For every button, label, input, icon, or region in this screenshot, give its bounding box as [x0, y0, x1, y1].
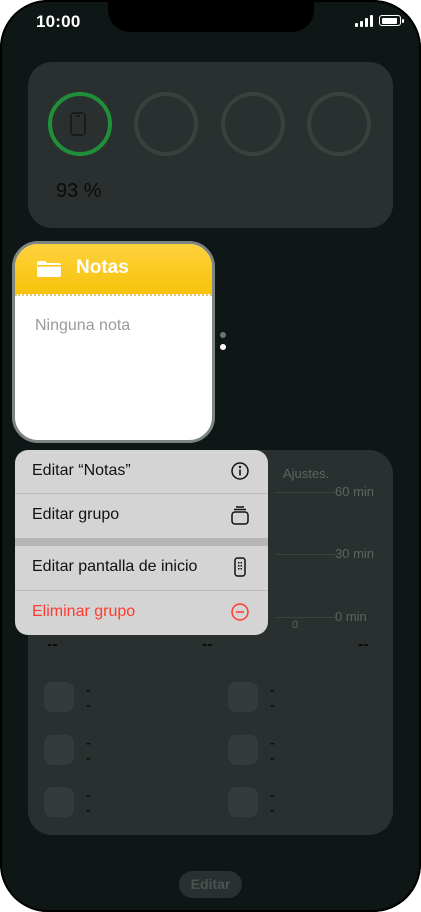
app-time: -- [86, 749, 90, 773]
summary-value: -- [358, 636, 369, 653]
phone-icon [234, 557, 246, 577]
app-icon [228, 735, 258, 765]
notes-empty-text: Ninguna nota [35, 317, 131, 334]
widget-page-dots[interactable] [220, 332, 226, 356]
grid-line [276, 617, 336, 618]
status-time: 10:00 [36, 12, 81, 31]
stack-icon [231, 506, 249, 525]
info-circle-icon [231, 462, 249, 480]
app-time: -- [86, 696, 90, 720]
battery-ring-empty [221, 92, 285, 156]
y-axis-label: 30 min [335, 546, 375, 561]
battery-ring-phone [48, 92, 112, 156]
phone-screen: 10:00 93 % Ajustes. 60 min 30 min 0 min … [0, 0, 421, 912]
summary-value: -- [47, 636, 58, 653]
notes-header: Notas [15, 244, 212, 294]
screen-time-header: Ajustes. [283, 466, 330, 481]
notes-title: Notas [76, 257, 129, 278]
status-icons [355, 14, 404, 27]
menu-item-edit-home-screen[interactable]: Editar pantalla de inicio [15, 546, 268, 590]
menu-group-gap [15, 538, 268, 546]
app-time: -- [86, 801, 90, 825]
menu-item-edit-group[interactable]: Editar grupo [15, 494, 268, 538]
menu-item-edit-notes[interactable]: Editar “Notas” [15, 450, 268, 494]
edit-button[interactable]: Editar [179, 871, 242, 898]
notes-divider [15, 294, 212, 296]
app-time: -- [270, 801, 274, 825]
app-icon [44, 787, 74, 817]
battery-ring-empty [307, 92, 371, 156]
y-axis-label: 0 min [335, 609, 367, 624]
app-icon [44, 735, 74, 765]
app-icon [228, 787, 258, 817]
notch [108, 0, 314, 32]
folder-icon [37, 261, 61, 277]
app-time: -- [270, 749, 274, 773]
menu-item-delete-group[interactable]: Eliminar grupo [15, 591, 268, 635]
page-dot-active [220, 344, 226, 350]
status-bar: 10:00 [0, 0, 421, 46]
context-menu: Editar “Notas” Editar grupo Editar panta… [15, 450, 268, 635]
signal-icon [355, 14, 373, 27]
menu-item-label: Editar “Notas” [32, 462, 131, 479]
notes-widget[interactable]: Notas Ninguna nota [12, 241, 215, 443]
minus-circle-icon [231, 603, 249, 621]
summary-value: -- [202, 636, 213, 653]
app-time: -- [270, 696, 274, 720]
x-axis-label: 0 [292, 619, 299, 631]
menu-item-label: Editar grupo [32, 506, 120, 523]
phone-icon [70, 112, 86, 136]
grid-line [276, 492, 336, 493]
menu-item-label: Editar pantalla de inicio [32, 558, 198, 575]
battery-ring-empty [134, 92, 198, 156]
app-icon [228, 682, 258, 712]
y-axis-label: 60 min [335, 484, 375, 499]
grid-line [276, 554, 336, 555]
battery-icon [379, 15, 404, 26]
app-icon [44, 682, 74, 712]
battery-percent: 93 % [56, 180, 102, 202]
battery-widget[interactable]: 93 % [28, 62, 393, 228]
page-dot [220, 332, 226, 338]
menu-item-label: Eliminar grupo [32, 603, 136, 620]
